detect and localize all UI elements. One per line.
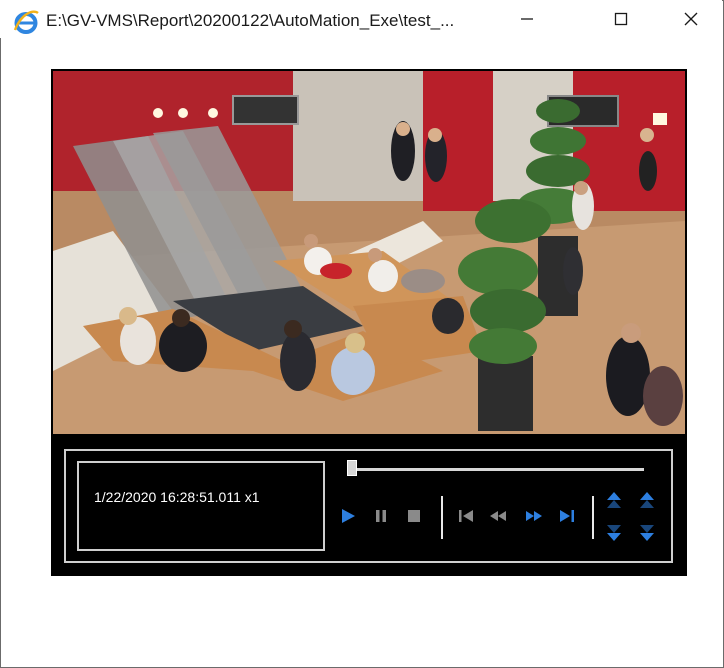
control-separator: [441, 496, 443, 539]
maximize-icon: [614, 12, 628, 26]
seek-slider-thumb[interactable]: [347, 460, 357, 476]
skip-to-end-button[interactable]: [556, 505, 578, 527]
seek-slider[interactable]: [348, 468, 644, 471]
minimize-button[interactable]: [504, 0, 550, 38]
video-frame[interactable]: [53, 71, 685, 434]
title-bar[interactable]: E:\GV-VMS\Report\20200122\AutoMation_Exe…: [0, 0, 722, 38]
play-button[interactable]: [337, 505, 359, 527]
stop-button[interactable]: [403, 505, 425, 527]
internet-explorer-icon: [13, 10, 39, 34]
skip-to-start-icon: [459, 510, 473, 522]
timestamp-box: [77, 461, 325, 551]
control-separator: [592, 496, 594, 539]
fast-forward-button[interactable]: [523, 505, 545, 527]
frame-down-button[interactable]: [637, 520, 657, 544]
frame-up-icon: [640, 492, 654, 508]
frame-down-icon: [640, 525, 654, 541]
pause-icon: [376, 510, 386, 522]
skip-to-end-icon: [560, 510, 574, 522]
maximize-button[interactable]: [598, 0, 644, 38]
playback-timestamp: 1/22/2020 16:28:51.011 x1: [94, 489, 260, 505]
close-button[interactable]: [668, 0, 714, 38]
play-icon: [342, 509, 355, 523]
fast-forward-icon: [526, 511, 542, 521]
skip-to-start-button[interactable]: [455, 505, 477, 527]
minimize-icon: [521, 18, 533, 20]
speed-up-button[interactable]: [604, 489, 624, 513]
speed-down-button[interactable]: [604, 520, 624, 544]
close-icon: [684, 12, 698, 26]
pause-button[interactable]: [370, 505, 392, 527]
window-title: E:\GV-VMS\Report\20200122\AutoMation_Exe…: [46, 11, 455, 30]
speed-up-icon: [607, 492, 621, 508]
speed-down-icon: [607, 525, 621, 541]
stop-icon: [408, 510, 420, 522]
frame-up-button[interactable]: [637, 489, 657, 513]
rewind-icon: [490, 511, 506, 521]
rewind-button[interactable]: [487, 505, 509, 527]
